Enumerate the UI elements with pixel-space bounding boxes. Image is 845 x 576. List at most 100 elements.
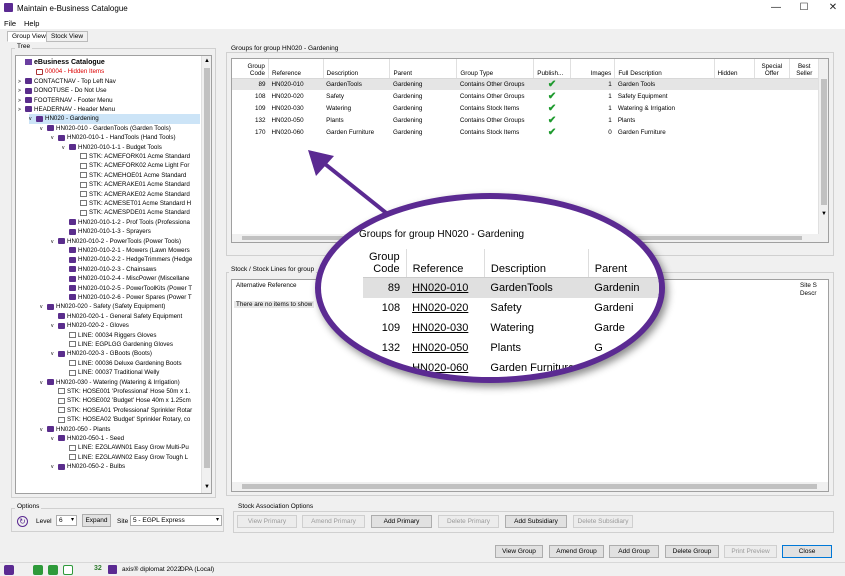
col-group-code[interactable]: Group Code bbox=[232, 59, 269, 79]
tree-item[interactable]: STK: HOSEA02 'Budget' Sprinkler Rotary, … bbox=[51, 415, 200, 424]
tree-item[interactable]: HN020-010-2-2 - HedgeTrimmers (Hedge bbox=[62, 255, 200, 264]
groups-scroll-thumb[interactable] bbox=[821, 79, 827, 205]
table-row[interactable]: 108 HN020-020 Safety Gardening Contains Othe… bbox=[232, 90, 820, 102]
tree-item[interactable]: STK: ACMEFORK01 Acme Standard bbox=[73, 152, 200, 161]
chevron-down-icon[interactable]: v bbox=[62, 144, 69, 153]
scroll-down-icon[interactable]: ▼ bbox=[821, 211, 827, 217]
refresh-green-icon[interactable] bbox=[33, 565, 43, 575]
tree-item[interactable]: STK: ACMESPDE01 Acme Standard bbox=[73, 208, 200, 217]
table-row[interactable]: 170 HN020-060 Garden Furniture Gardening Con… bbox=[232, 126, 820, 138]
tree-item[interactable]: HN020-010-2-3 - Chainsaws bbox=[62, 265, 200, 274]
tree-item[interactable]: eBusiness Catalogue bbox=[18, 58, 200, 67]
refresh-icon[interactable]: ↻ bbox=[17, 516, 28, 527]
tree-view[interactable]: eBusiness Catalogue 00004 - Hidden Items >… bbox=[15, 55, 212, 494]
tree-item[interactable]: v HN020-010-1-1 - Budget Tools bbox=[62, 143, 200, 152]
tree-item[interactable]: v HN020-020-2 - Gloves bbox=[51, 321, 200, 330]
tree-item[interactable]: v HN020-010-2 - PowerTools (Power Tools) bbox=[51, 237, 200, 246]
chevron-down-icon[interactable]: v bbox=[51, 238, 58, 247]
close-window-icon[interactable]: ✕ bbox=[826, 2, 840, 13]
chevron-down-icon[interactable]: v bbox=[40, 125, 47, 134]
tree-item[interactable]: STK: ACMEHOE01 Acme Standard bbox=[73, 171, 200, 180]
chevron-down-icon[interactable]: v bbox=[51, 463, 58, 472]
up-arrow-icon[interactable] bbox=[4, 565, 14, 575]
col-publish[interactable]: Publish... bbox=[533, 59, 571, 79]
chevron-right-icon[interactable]: > bbox=[18, 106, 25, 115]
menu-help[interactable]: Help bbox=[24, 19, 39, 28]
print-preview-button[interactable]: Print Preview bbox=[724, 545, 777, 558]
groups-scrollbar[interactable]: ▼ bbox=[818, 59, 828, 242]
tree-item[interactable]: > CONTACTNAV - Top Left Nav bbox=[18, 77, 200, 86]
add-group-button[interactable]: Add Group bbox=[609, 545, 659, 558]
minimize-icon[interactable]: — bbox=[769, 2, 783, 13]
tree-item[interactable]: HN020-020-1 - General Safety Equipment bbox=[51, 312, 200, 321]
table-row[interactable]: 109 HN020-030 Watering Gardening Contains St… bbox=[232, 102, 820, 114]
tree-scroll-thumb[interactable] bbox=[204, 68, 210, 468]
tree-item[interactable]: STK: ACMERAKE02 Acme Standard bbox=[73, 190, 200, 199]
sync-icon[interactable] bbox=[48, 565, 58, 575]
stock-hscrollbar[interactable] bbox=[232, 482, 828, 491]
tree-item[interactable]: v HN020-050-1 - Seed bbox=[51, 434, 200, 443]
col-group-type[interactable]: Group Type bbox=[456, 59, 535, 79]
col-best-seller[interactable]: Best Seller bbox=[789, 59, 821, 79]
view-primary-button[interactable]: View Primary bbox=[237, 515, 297, 528]
expand-button[interactable]: Expand bbox=[82, 514, 111, 527]
tree-scrollbar[interactable]: ▲ ▼ bbox=[201, 56, 211, 493]
chevron-down-icon[interactable]: v bbox=[51, 350, 58, 359]
col-reference[interactable]: Reference bbox=[268, 59, 324, 79]
table-row[interactable]: 89 HN020-010 GardenTools Gardening Contains … bbox=[232, 78, 820, 90]
chevron-down-icon[interactable]: v bbox=[40, 379, 47, 388]
tree-item[interactable]: STK: HOSEA01 'Professional' Sprinkler Ro… bbox=[51, 406, 200, 415]
tab-stock-view[interactable]: Stock View bbox=[46, 31, 89, 42]
tree-item[interactable]: v HN020-030 - Watering (Watering & Irriga… bbox=[40, 378, 200, 387]
tree-item[interactable]: LINE: EZGLAWN01 Easy Grow Multi-Pu bbox=[62, 443, 200, 452]
tree-item[interactable]: v HN020 - Gardening bbox=[29, 114, 200, 124]
col-alternative-reference[interactable]: Alternative Reference bbox=[236, 282, 316, 290]
amend-primary-button[interactable]: Amend Primary bbox=[302, 515, 365, 528]
tree-item[interactable]: STK: ACMESET01 Acme Standard H bbox=[73, 199, 200, 208]
chevron-down-icon[interactable]: v bbox=[40, 426, 47, 435]
table-row[interactable]: 132 HN020-050 Plants Gardening Contains Othe… bbox=[232, 114, 820, 126]
chevron-down-icon[interactable]: v bbox=[29, 115, 36, 124]
tree-item[interactable]: HN020-010-1-3 - Sprayers bbox=[62, 227, 200, 236]
tree-item[interactable]: > DONOTUSE - Do Not Use bbox=[18, 86, 200, 95]
tree-item[interactable]: STK: HOSE001 'Professional' Hose 50m x 1… bbox=[51, 387, 200, 396]
chevron-down-icon[interactable]: v bbox=[40, 303, 47, 312]
tree-item[interactable]: LINE: EZGLAWN02 Easy Grow Tough L bbox=[62, 453, 200, 462]
tree-item[interactable]: STK: HOSE002 'Budget' Hose 40m x 1.25cm bbox=[51, 396, 200, 405]
col-special-offer[interactable]: Special Offer bbox=[754, 59, 790, 79]
menu-file[interactable]: File bbox=[4, 19, 16, 28]
tree-item[interactable]: HN020-010-2-5 - PowerToolKits (Power T bbox=[62, 284, 200, 293]
tree-item[interactable]: HN020-010-2-6 - Power Spares (Power T bbox=[62, 293, 200, 302]
chevron-down-icon[interactable]: v bbox=[51, 322, 58, 331]
tree-item[interactable]: v HN020-050-2 - Bulbs bbox=[51, 462, 200, 471]
tree-item[interactable]: 00004 - Hidden Items bbox=[29, 67, 200, 76]
level-select[interactable]: 6 ▾ bbox=[56, 515, 77, 526]
col-description[interactable]: Description bbox=[323, 59, 391, 79]
col-site-description[interactable]: Site S Descr bbox=[800, 282, 830, 298]
tree-item[interactable]: > HEADERNAV - Header Menu bbox=[18, 105, 200, 114]
scroll-down-icon[interactable]: ▼ bbox=[204, 484, 210, 490]
scroll-up-icon[interactable]: ▲ bbox=[204, 58, 210, 64]
tree-item[interactable]: v HN020-020 - Safety (Safety Equipment) bbox=[40, 302, 200, 311]
tree-item[interactable]: v HN020-020-3 - GBoots (Boots) bbox=[51, 349, 200, 358]
tree-item[interactable]: STK: ACMEFORK02 Acme Light For bbox=[73, 161, 200, 170]
tab-group-view[interactable]: Group View bbox=[7, 31, 51, 42]
col-full-description[interactable]: Full Description bbox=[614, 59, 715, 79]
col-images[interactable]: Images bbox=[570, 59, 616, 79]
tree-item[interactable]: LINE: 00037 Traditional Welly bbox=[62, 368, 200, 377]
tree-item[interactable]: v HN020-050 - Plants bbox=[40, 425, 200, 434]
delete-group-button[interactable]: Delete Group bbox=[665, 545, 719, 558]
site-select[interactable]: 5 - EGPL Express ▾ bbox=[130, 515, 222, 526]
stock-hscroll-thumb[interactable] bbox=[242, 484, 817, 489]
col-hidden[interactable]: Hidden bbox=[714, 59, 756, 79]
tree-item[interactable]: LINE: 00036 Deluxe Gardening Boots bbox=[62, 359, 200, 368]
tree-item[interactable]: v HN020-010 - GardenTools (Garden Tools) bbox=[40, 124, 200, 133]
tree-item[interactable]: HN020-010-2-4 - MiscPower (Miscellane bbox=[62, 274, 200, 283]
delete-subsidiary-button[interactable]: Delete Subsidiary bbox=[573, 515, 633, 528]
col-parent[interactable]: Parent bbox=[389, 59, 458, 79]
tree-item[interactable]: > FOOTERNAV - Footer Menu bbox=[18, 96, 200, 105]
delete-primary-button[interactable]: Delete Primary bbox=[438, 515, 499, 528]
tree-item[interactable]: LINE: EGPLGG Gardening Gloves bbox=[62, 340, 200, 349]
add-subsidiary-button[interactable]: Add Subsidiary bbox=[505, 515, 567, 528]
tree-item[interactable]: HN020-010-1-2 - Prof Tools (Professiona bbox=[62, 218, 200, 227]
